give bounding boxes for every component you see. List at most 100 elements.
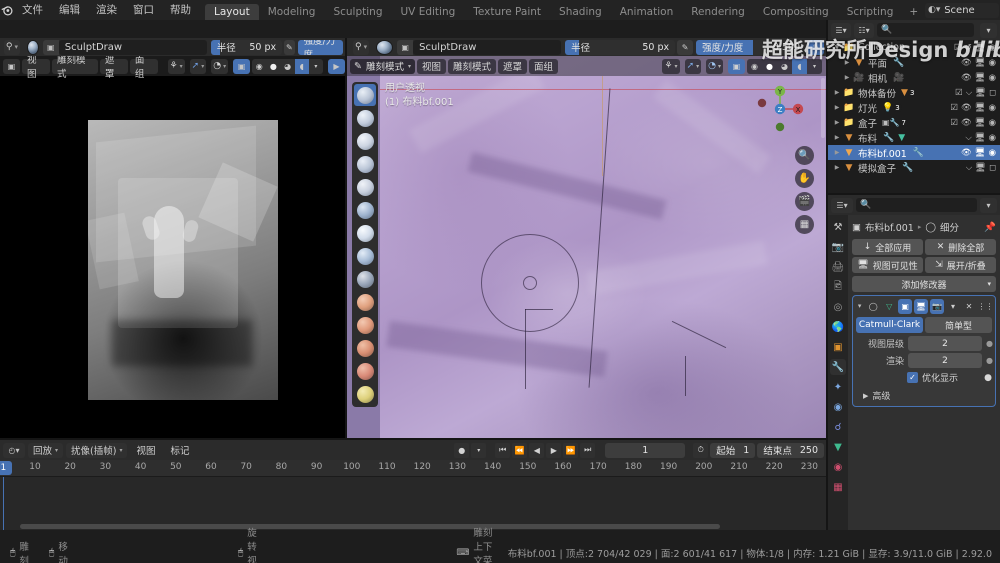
brush-scrape[interactable] (354, 360, 376, 382)
timeline-body[interactable] (0, 477, 828, 530)
renderable-icon[interactable]: ↺ (965, 43, 972, 53)
shading-solid-icon[interactable]: ● (266, 59, 280, 74)
properties-tab-constraints[interactable]: ☌ (830, 419, 846, 435)
vp-shading-material-preview-icon[interactable]: ◕ (777, 59, 792, 74)
shading-material-preview-icon[interactable]: ◕ (280, 59, 294, 74)
vp-brush-browse-icon[interactable]: ▣ (397, 39, 414, 55)
disclosure-triangle-icon[interactable]: ▶ (832, 164, 842, 171)
frame-start-field[interactable]: 起始 1 (710, 442, 756, 458)
menu-edit[interactable]: 编辑 (51, 0, 88, 20)
brush-draw-sharp[interactable] (354, 107, 376, 129)
vp-shading-rendered-icon[interactable]: ◖ (792, 58, 807, 74)
properties-tab-physics[interactable]: ◉ (830, 399, 846, 415)
properties-tab-particles[interactable]: ✦ (830, 379, 846, 395)
camera-off-icon[interactable]: ◻ (989, 163, 996, 173)
left-editor-type-icon[interactable]: ▣ (3, 58, 20, 74)
viewport-snap-icon[interactable]: ⚘ ▾ (662, 58, 680, 74)
brush-blob[interactable] (354, 245, 376, 267)
properties-tab-modifier[interactable]: 🔧 (830, 359, 846, 375)
brush-layer[interactable] (354, 199, 376, 221)
add-workspace-button[interactable]: + (902, 4, 925, 20)
eye-icon[interactable]: 👁 (961, 58, 972, 68)
timeline-menu-playback[interactable]: 回放 ▾ (28, 442, 64, 458)
screen-icon[interactable]: 🖥 (975, 118, 986, 128)
add-modifier-button[interactable]: 添加修改器 ▾ (852, 276, 996, 292)
modifier-drag-dots-icon[interactable]: ⋮⋮ (977, 299, 993, 314)
left-proportional-edit-icon[interactable]: ➚ ▾ (189, 58, 207, 74)
viewport-levels-value[interactable]: 2 (908, 336, 982, 351)
apply-all-button[interactable]: ↓ 全部应用 (852, 239, 923, 255)
properties-tab-texture[interactable]: ▦ (830, 479, 846, 495)
scene-selector[interactable]: ◐▾ Scene (925, 2, 999, 18)
viewport-scrollbar[interactable] (821, 78, 825, 138)
disclosure-triangle-icon[interactable]: ▶ (842, 74, 852, 81)
vp-shading-wireframe-icon[interactable]: ◉ (747, 59, 762, 74)
tab-sculpting[interactable]: Sculpting (324, 4, 391, 20)
edit-mode-icon[interactable]: ▣ (898, 298, 913, 314)
left-snap-icon[interactable]: ⚘ ▾ (167, 58, 185, 74)
brush-clay-thumb[interactable] (354, 176, 376, 198)
outliner-search-input[interactable]: 🔍 (877, 23, 974, 37)
animate-property-dot-icon[interactable]: ● (986, 339, 993, 348)
disclosure-triangle-icon[interactable]: ▶ (832, 134, 842, 141)
optimal-display-checkbox[interactable]: ✓ (907, 372, 918, 383)
divider-left-viewport[interactable] (345, 38, 347, 440)
properties-search-input[interactable]: 🔍 (856, 198, 977, 212)
properties-tab-data[interactable]: ▼ (830, 439, 846, 455)
play-icon[interactable]: ▶ (546, 442, 562, 458)
checkbox-icon[interactable]: ☑ (954, 43, 962, 53)
camera-icon[interactable]: ◉ (989, 58, 996, 68)
camera-icon[interactable]: ◉ (989, 73, 996, 83)
clock-icon[interactable]: ⏱ (693, 442, 709, 458)
frame-end-field[interactable]: 结束点 250 (757, 442, 824, 458)
viewport-menu-view[interactable]: 视图 (417, 58, 447, 74)
brush-name-field[interactable]: SculptDraw (58, 39, 207, 55)
prev-keyframe-icon[interactable]: ⏪ (512, 442, 528, 458)
viewport-menu-mask[interactable]: 遮罩 (498, 58, 528, 74)
viewport-menu-face-sets[interactable]: 面组 (529, 58, 559, 74)
record-keying-icon[interactable]: ● (454, 442, 470, 458)
render-levels-value[interactable]: 2 (908, 353, 982, 368)
camera-icon[interactable]: ◉ (989, 103, 996, 113)
menu-file[interactable]: 文件 (14, 0, 51, 20)
brush-clay[interactable] (354, 130, 376, 152)
divider-timeline[interactable] (0, 438, 828, 440)
outliner-row-cloth-bf-001[interactable]: ▶ ▼ 布料bf.001 🔧 👁 🖥 ◉ (828, 145, 1000, 160)
eye-icon[interactable]: 👁 (961, 118, 972, 128)
timeline-menu-keying[interactable]: 扰像(插帧) ▾ (66, 442, 128, 458)
tab-texture-paint[interactable]: Texture Paint (464, 4, 550, 20)
outliner-row-collection[interactable]: ▼ 📁 Collection ☑ ↺ 🖥 ◉ (828, 40, 1000, 55)
vp-shading-solid-icon[interactable]: ● (762, 59, 777, 74)
radius-pressure-icon[interactable]: ✎ (284, 39, 295, 55)
camera-icon[interactable]: ◉ (989, 43, 996, 53)
timeline-ruler[interactable]: 10 20 30 40 50 60 70 80 90 100 110 120 130 140 150 160 1… (0, 460, 828, 477)
properties-editor-type-icon[interactable]: ☰▾ (831, 197, 853, 213)
grid-ortho-icon[interactable]: ▦ (795, 215, 814, 234)
vp-shading-options-chevron-icon[interactable]: ▾ (807, 59, 822, 74)
brush-fill[interactable] (354, 337, 376, 359)
eye-icon[interactable]: ⌵ (966, 163, 972, 173)
navigation-gizmo[interactable]: Y X Z (752, 81, 808, 137)
camera-icon[interactable]: ◉ (989, 133, 996, 143)
camera-icon[interactable]: ◉ (989, 148, 996, 158)
expand-collapse-button[interactable]: ⇲ 展开/折叠 (925, 257, 996, 273)
outliner-filter-icon[interactable]: ▾ (980, 22, 997, 38)
tab-layout[interactable]: Layout (205, 4, 259, 20)
properties-tab-view-layer[interactable]: 🖻 (830, 279, 846, 295)
timeline-scrollbar[interactable] (20, 524, 720, 529)
animate-property-dot-icon[interactable]: ● (984, 373, 992, 383)
camera-icon[interactable]: 🎬 (795, 192, 814, 211)
eye-icon[interactable]: 👁 (961, 103, 972, 113)
eye-icon[interactable]: 👁 (961, 148, 972, 158)
screen-icon[interactable]: 🖥 (975, 163, 986, 173)
outliner-row-lights[interactable]: ▶ 📁 灯光 💡 3 ☑ 👁 🖥 ◉ (828, 100, 1000, 115)
modifier-close-icon[interactable]: ✕ (962, 299, 976, 314)
screen-icon[interactable]: 🖥 (975, 103, 986, 113)
breadcrumb-object-name[interactable]: 布料bf.001 (865, 220, 914, 234)
outliner-row-sim-box[interactable]: ▶ ▼ 模拟盒子 🔧 ⌵ 🖥 ◻ (828, 160, 1000, 175)
timeline-editor-type-icon[interactable]: ◴▾ (3, 442, 25, 458)
jump-start-icon[interactable]: ⏮ (495, 442, 511, 458)
tab-shading[interactable]: Shading (550, 4, 611, 20)
delete-all-button[interactable]: ✕ 删除全部 (925, 239, 996, 255)
left-overlays-icon[interactable]: ◔ ▾ (211, 58, 229, 74)
